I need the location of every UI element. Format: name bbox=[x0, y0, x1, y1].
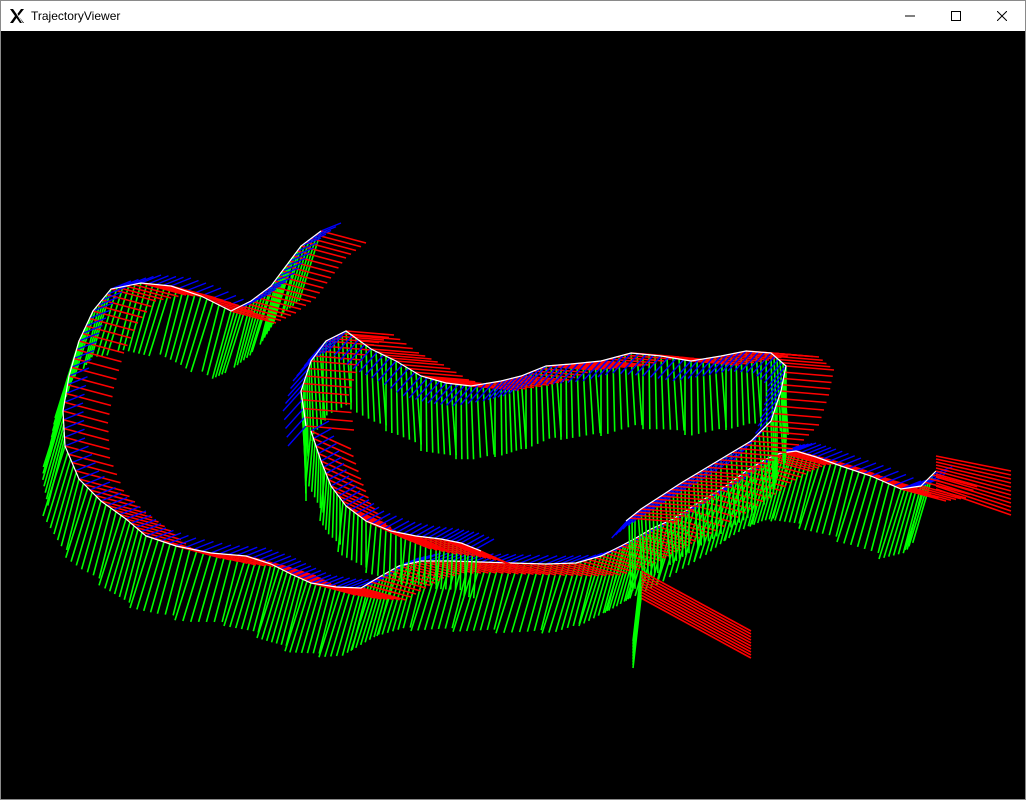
close-icon bbox=[997, 11, 1007, 21]
trajectory-plot[interactable] bbox=[1, 31, 1025, 799]
title-bar[interactable]: TrajectoryViewer bbox=[1, 1, 1025, 31]
application-window: TrajectoryViewer bbox=[0, 0, 1026, 800]
maximize-button[interactable] bbox=[933, 1, 979, 31]
minimize-button[interactable] bbox=[887, 1, 933, 31]
maximize-icon bbox=[951, 11, 961, 21]
window-controls bbox=[887, 1, 1025, 31]
close-button[interactable] bbox=[979, 1, 1025, 31]
trajectory-viewport[interactable] bbox=[1, 31, 1025, 799]
minimize-icon bbox=[905, 15, 915, 17]
window-title: TrajectoryViewer bbox=[31, 9, 121, 23]
x-logo-icon bbox=[9, 8, 25, 24]
